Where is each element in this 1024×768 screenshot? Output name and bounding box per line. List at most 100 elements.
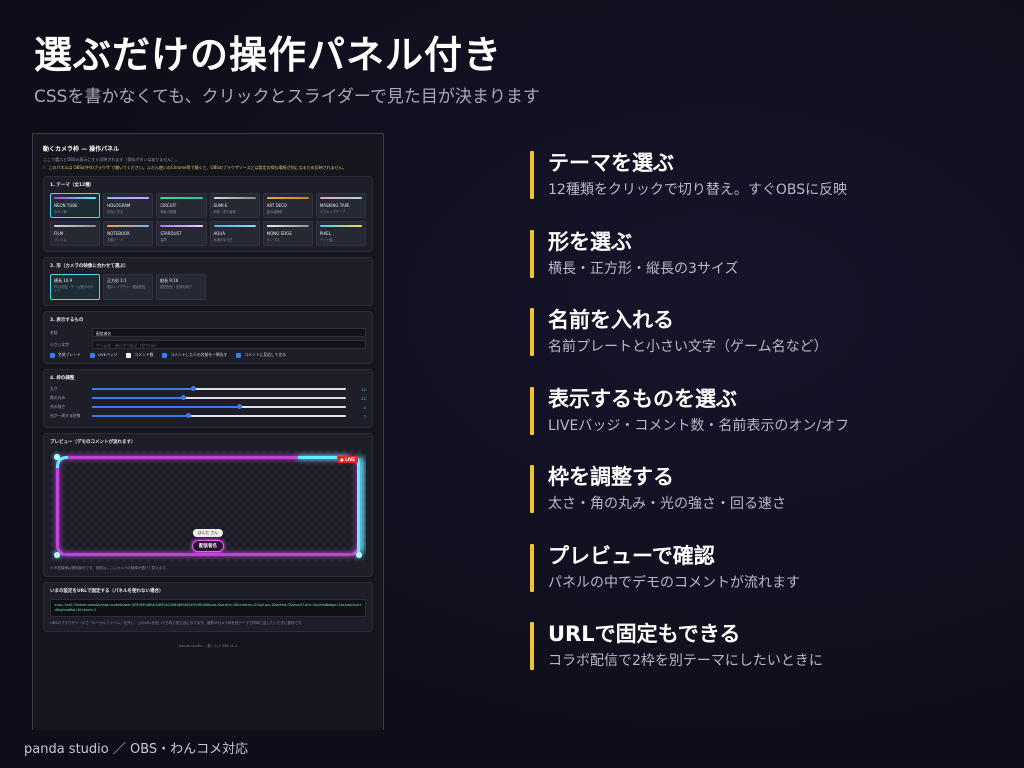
name-input[interactable]: 配信者名 [92, 328, 366, 337]
panel-description: ここで選ぶとOBSの表示にすぐ反映されます（保存ボタンはありません）。 [43, 157, 180, 162]
theme-sub: 方眼ノート [107, 238, 124, 242]
feature-description: LIVEバッジ・コメント数・名前表示のオン/オフ [548, 417, 850, 434]
display-section-heading: 3. 表示するもの [50, 318, 84, 323]
feature-title: 名前を入れる [548, 308, 674, 332]
checkbox-label: LIVEバッジ [97, 352, 118, 357]
feature-title: 形を選ぶ [548, 229, 632, 254]
feature-accent-bar [530, 151, 534, 199]
checkbox-icon [89, 352, 95, 358]
theme-swatch [319, 197, 362, 199]
feature-accent-bar [530, 465, 534, 513]
theme-option[interactable]: HOLOGRAM 虹色に光る [103, 193, 154, 218]
theme-name: NEON TUBE [54, 203, 78, 208]
shape-option[interactable]: 縦長 9:16 縦型配信・全身を映す [156, 274, 206, 300]
theme-name: SUMI-E [213, 203, 228, 208]
theme-swatch [160, 197, 203, 199]
checkbox-icon [162, 352, 168, 358]
slider-track[interactable] [92, 395, 346, 400]
shape-section-heading: 2. 形（カメラの映像に合わせて選ぶ） [50, 264, 129, 269]
display-checkbox[interactable]: コメント数 [126, 352, 153, 358]
feature-item: プレビューで確認 パネルの中でデモのコメントが流れます [530, 540, 970, 596]
display-checkbox[interactable]: LIVEバッジ [89, 352, 118, 358]
theme-swatch [319, 225, 362, 227]
theme-sub: ネオン管 [54, 210, 67, 214]
shape-name: 縦長 9:16 [160, 278, 179, 283]
theme-name: HOLOGRAM [107, 203, 131, 208]
theme-option[interactable]: STARDUST 星屑 [156, 221, 207, 246]
checkbox-label: コメントした人の名前を一瞬出す [170, 352, 228, 357]
theme-option[interactable]: PIXEL ドット絵 [315, 221, 366, 246]
slider-track[interactable] [92, 404, 346, 409]
theme-option[interactable]: ART DECO 金の装飾枠 [262, 193, 313, 218]
feature-title: プレビューで確認 [548, 543, 715, 568]
shape-options: 横長 16:9 PCの配信・ゲーム実況のタイプ 正方形 1:1 縦のレイアウト・雑談配… [50, 274, 366, 300]
theme-swatch [54, 225, 97, 227]
feature-title: 表示するものを選ぶ [548, 386, 737, 411]
theme-section-heading: 1. テーマ（全12種） [50, 183, 95, 188]
feature-description: 名前プレートと小さい文字（ゲーム名など） [548, 339, 828, 355]
theme-option[interactable]: MONO EDGE モノクロ [262, 221, 313, 246]
theme-name: FILM [54, 231, 64, 236]
preview-section-heading: プレビュー（デモのコメントが流れます） [50, 440, 136, 445]
shape-name: 正方形 1:1 [107, 278, 127, 283]
frame-section-heading: 4. 枠の調整 [50, 376, 75, 381]
theme-swatch [54, 197, 97, 199]
theme-sub: モノクロ [266, 238, 280, 242]
small-text-input[interactable]: ゲーム名・あいさつなど（空でOK） [92, 340, 366, 349]
slider-handle[interactable] [191, 386, 197, 391]
theme-name: MONO EDGE [266, 231, 292, 236]
panel-title: 動くカメラ枠 — 操作パネル [43, 146, 120, 153]
url-section-heading: いまの設定をURLで固定する（パネルを使わない場合） [50, 589, 164, 594]
neon-frame-cyan-right [354, 456, 360, 552]
theme-sub: 虹色に光る [107, 210, 124, 214]
url-field[interactable]: view.html?theme=neon&shape=wide&name=%E9… [50, 599, 366, 617]
feature-accent-bar [530, 622, 534, 670]
slider-label: 太さ [50, 386, 58, 391]
theme-sub: 基板の回路 [160, 210, 177, 214]
theme-option[interactable]: NOTEBOOK 方眼ノート [103, 221, 154, 246]
theme-sub: 金の装飾枠 [266, 210, 283, 214]
display-checkbox[interactable]: コメントに反応して光る [236, 352, 286, 358]
theme-sub: ドット絵 [319, 238, 333, 242]
control-panel-screenshot: 動くカメラ枠 — 操作パネル ここで選ぶとOBSの表示にすぐ反映されます（保存ボ… [32, 133, 384, 730]
theme-swatch [107, 225, 150, 227]
slide-footer: panda studio ／ OBS・わんコメ対応 [24, 742, 249, 757]
display-checkbox[interactable]: コメントした人の名前を一瞬出す [162, 352, 227, 358]
preview-note: ※ 市松模様は透明部分です。実際はここにカメラの映像が透けて見えます。 [50, 566, 169, 570]
theme-sub: 星屑 [160, 238, 167, 242]
theme-name: ART DECO [266, 203, 288, 208]
slider-track[interactable] [92, 386, 346, 391]
checkbox-label: コメント数 [134, 352, 154, 357]
panel-warning: ！ このパネルは OBSの中のブラウザ で開いてください。ふだん使いのChrom… [43, 165, 347, 170]
shape-option[interactable]: 正方形 1:1 縦のレイアウト・雑談配信 [103, 274, 153, 300]
theme-swatch [213, 197, 256, 199]
display-checkboxes: 名前プレート LIVEバッジ コメント数 コメントした人の名前を一瞬出す コメントに反応… [50, 352, 366, 358]
slider-handle[interactable] [186, 413, 192, 418]
slider-label: 角の丸み [50, 395, 66, 400]
slide-subtitle: CSSを書かなくても、クリックとスライダーで見た目が決まります [34, 87, 540, 107]
theme-section: 1. テーマ（全12種） NEON TUBE ネオン管 HOLOGRAM 虹色に光る C… [43, 176, 373, 252]
preview-section: プレビュー（デモのコメントが流れます） ● LIVE ぱんだ さん 配信者名 ※… [43, 433, 373, 577]
theme-option[interactable]: NEON TUBE ネオン管 [50, 193, 101, 218]
checkbox-icon [50, 352, 55, 358]
display-checkbox[interactable]: 名前プレート [50, 352, 81, 358]
feature-title: テーマを選ぶ [548, 151, 674, 175]
slider-handle[interactable] [180, 395, 186, 400]
slider-track[interactable] [92, 413, 346, 418]
slider-value: 22 [361, 395, 366, 401]
feature-description: 横長・正方形・縦長の3サイズ [548, 260, 739, 277]
theme-option[interactable]: CIRCUIT 基板の回路 [156, 193, 207, 218]
shape-option[interactable]: 横長 16:9 PCの配信・ゲーム実況のタイプ [50, 274, 100, 300]
theme-option[interactable]: SUMI-E 和風・墨の筆致 [209, 193, 260, 218]
name-plate: 配信者名 [192, 540, 224, 552]
theme-option[interactable]: AQUA 水面のゆらぎ [209, 221, 260, 246]
slider-label: 光が一周する秒数 [50, 413, 81, 418]
theme-swatch [213, 225, 256, 227]
shape-sub: 縦型配信・全身を映す [160, 285, 192, 289]
slider-value: 10 [361, 386, 366, 392]
theme-option[interactable]: FILM フィルム [50, 221, 101, 246]
slider-handle[interactable] [236, 404, 242, 409]
theme-name: AQUA [213, 231, 225, 236]
feature-description: 12種類をクリックで切り替え。すぐOBSに反映 [548, 182, 848, 198]
theme-option[interactable]: MASKING TAPE マスキングテープ [315, 193, 366, 218]
